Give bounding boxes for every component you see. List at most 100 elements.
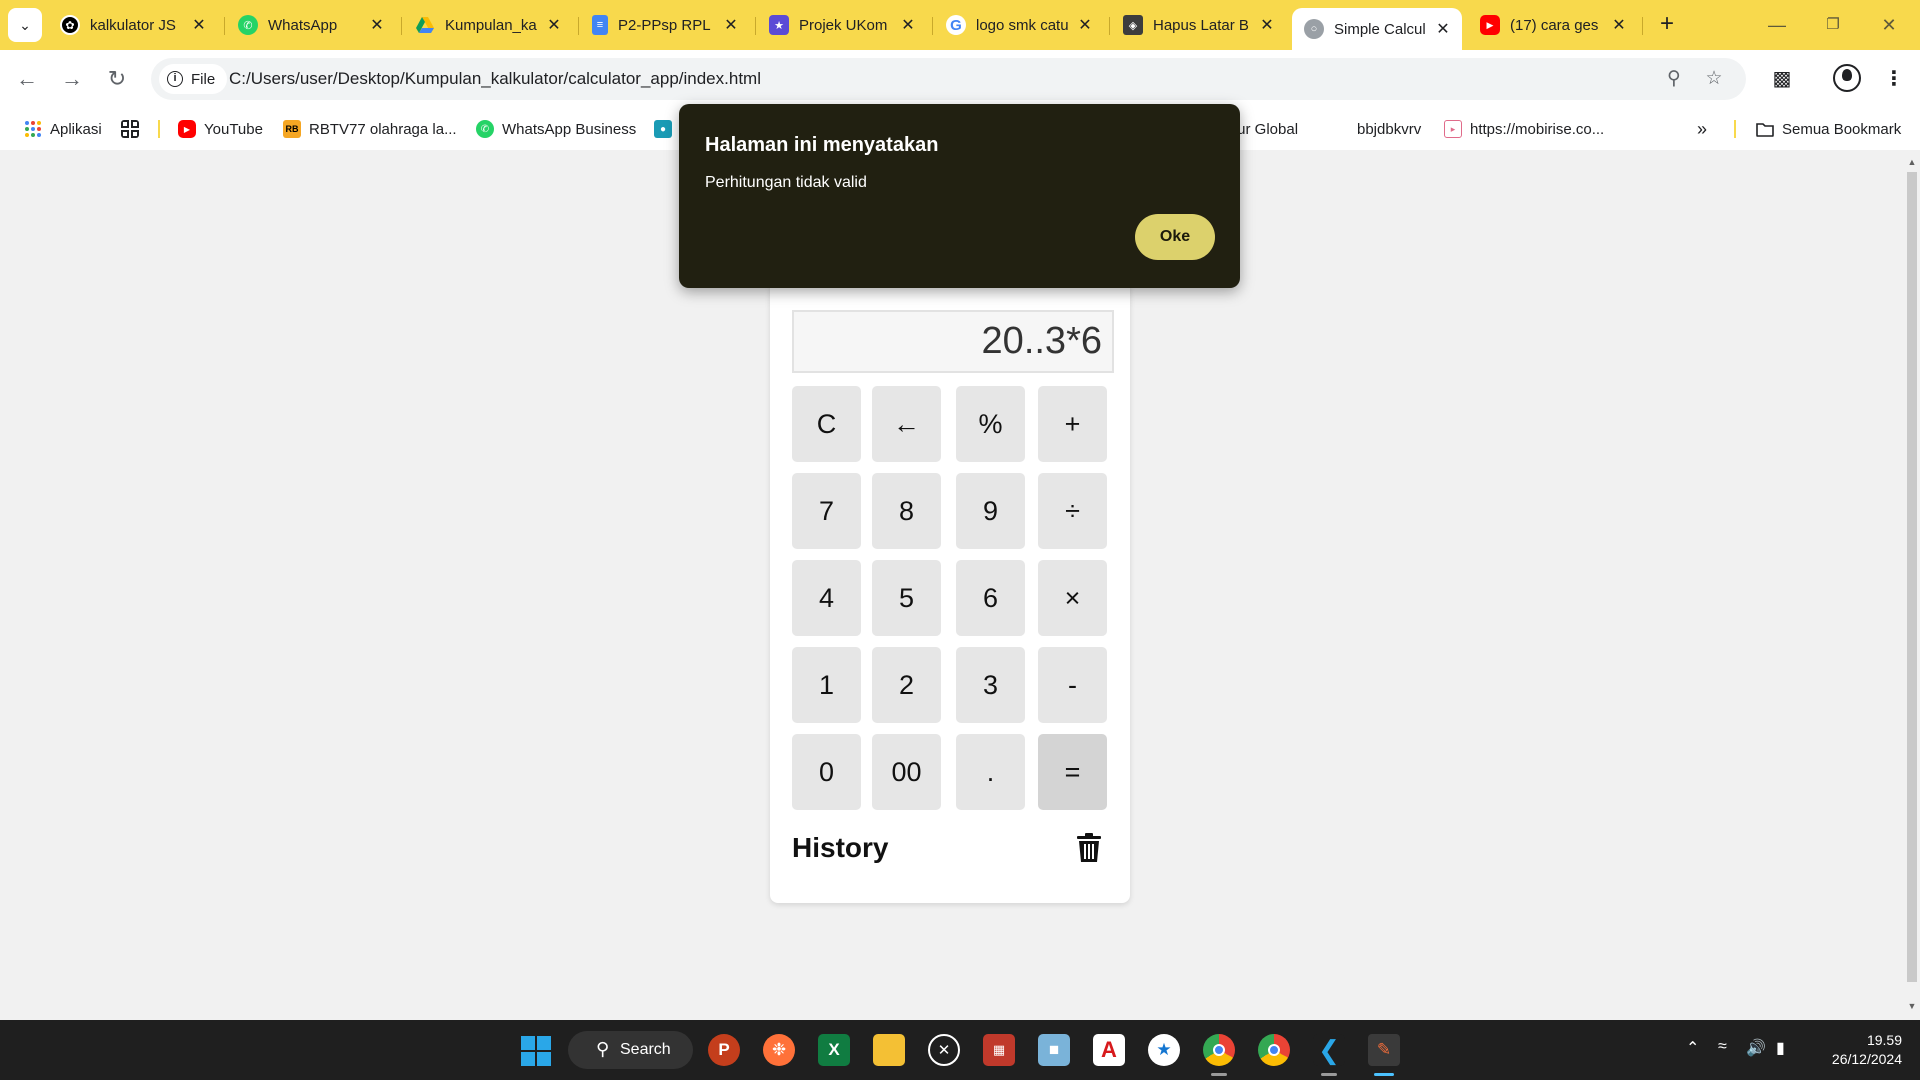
zoom-icon[interactable]: ⚲ [1661,66,1687,92]
key-divide[interactable]: ÷ [1038,473,1107,549]
bookmark-global[interactable]: tur Global [1233,117,1298,141]
close-window-button[interactable]: ✕ [1864,8,1914,42]
xbox-icon[interactable]: ✕ [928,1034,960,1066]
key-2[interactable]: 2 [872,647,941,723]
close-icon[interactable]: ✕ [1434,19,1452,39]
close-icon[interactable]: ✕ [368,15,386,35]
tab-kumpulan[interactable]: Kumpulan_ka ✕ [403,8,573,42]
extensions-icon[interactable]: ▩ [1765,62,1799,96]
scroll-thumb[interactable] [1907,172,1917,982]
vscode-icon[interactable]: ❮ [1313,1034,1345,1066]
key-decimal[interactable]: . [956,734,1025,810]
chevron-up-icon[interactable]: ⌃ [1686,1038,1699,1058]
close-icon[interactable]: ✕ [1076,15,1094,35]
key-backspace[interactable]: ← [872,386,941,462]
key-8[interactable]: 8 [872,473,941,549]
close-icon[interactable]: ✕ [1258,15,1276,35]
taskbar-search[interactable]: ⚲ Search [568,1031,693,1069]
powerpoint-icon[interactable]: P [708,1034,740,1066]
tab-kalkulator-js[interactable]: ✿ kalkulator JS ✕ [48,8,218,42]
more-bookmarks-chevron-icon[interactable]: » [1697,117,1707,141]
bookmark-aplikasi[interactable]: Aplikasi [24,117,102,141]
tab-youtube-cara[interactable]: ▶ (17) cara ges ✕ [1468,8,1638,42]
close-icon[interactable]: ✕ [722,15,740,35]
bookmark-rbtv77[interactable]: RB RBTV77 olahraga la... [283,117,457,141]
tab-simple-calculator[interactable]: ○ Simple Calcul ✕ [1292,8,1462,50]
tab-search-button[interactable]: ⌄ [8,8,42,42]
tab-projek-ukom[interactable]: ★ Projek UKom ✕ [757,8,927,42]
profile-avatar[interactable] [1833,64,1861,92]
key-plus[interactable]: + [1038,386,1107,462]
app-store-icon[interactable]: ★ [1148,1034,1180,1066]
bookmark-label: YouTube [204,120,263,138]
new-tab-button[interactable]: + [1652,10,1682,40]
bookmark-bbjdbkvrv[interactable]: bbjdbkvrv [1357,117,1421,141]
key-5[interactable]: 5 [872,560,941,636]
scroll-up-arrow-icon[interactable]: ▲ [1904,154,1920,170]
key-minus[interactable]: - [1038,647,1107,723]
key-0[interactable]: 0 [792,734,861,810]
paint-icon[interactable]: ✎ [1368,1034,1400,1066]
remove-bg-icon: ◈ [1123,15,1143,35]
tab-whatsapp[interactable]: ✆ WhatsApp ✕ [226,8,396,42]
key-percent[interactable]: % [956,386,1025,462]
close-icon[interactable]: ✕ [1610,15,1628,35]
key-multiply[interactable]: × [1038,560,1107,636]
winrar-icon[interactable]: ▦ [983,1034,1015,1066]
photos-icon[interactable]: ■ [1038,1034,1070,1066]
tab-logo-smk[interactable]: G logo smk catu ✕ [934,8,1104,42]
site-info-chip[interactable]: i File [159,64,228,94]
forward-button[interactable]: → [55,62,89,96]
url-text[interactable]: C:/Users/user/Desktop/Kumpulan_kalkulato… [229,69,761,89]
chrome-icon[interactable] [1203,1034,1235,1066]
bookmark-contact[interactable]: ● [654,117,680,141]
key-1[interactable]: 1 [792,647,861,723]
key-3[interactable]: 3 [956,647,1025,723]
clock-date: 26/12/2024 [1831,1051,1902,1067]
start-button[interactable] [521,1036,551,1066]
calculator-display[interactable]: 20..3*6 [792,310,1114,373]
bookmark-star-icon[interactable]: ☆ [1701,66,1727,92]
key-00[interactable]: 00 [872,734,941,810]
bookmark-all-bookmarks[interactable]: Semua Bookmark [1756,117,1901,141]
key-7[interactable]: 7 [792,473,861,549]
tab-p2-ppsp[interactable]: ≡ P2-PPsp RPL ✕ [580,8,750,42]
bookmark-mobirise[interactable]: ▸ https://mobirise.co... [1444,117,1604,141]
restore-button[interactable]: ❐ [1808,8,1858,42]
key-6[interactable]: 6 [956,560,1025,636]
trash-icon[interactable] [1076,832,1102,864]
excel-icon[interactable]: X [818,1034,850,1066]
key-equals[interactable]: = [1038,734,1107,810]
tab-separator [932,17,933,35]
key-4[interactable]: 4 [792,560,861,636]
dialog-ok-button[interactable]: Oke [1135,214,1215,260]
chrome-icon[interactable] [1258,1034,1290,1066]
close-icon[interactable]: ✕ [545,15,563,35]
scroll-down-arrow-icon[interactable]: ▼ [1904,998,1920,1014]
close-icon[interactable]: ✕ [190,15,208,35]
tab-groups-button[interactable] [121,117,147,141]
menu-kebab-icon[interactable]: ⋮ [1877,62,1911,96]
acrobat-icon[interactable]: A [1093,1034,1125,1066]
close-icon[interactable]: ✕ [899,15,917,35]
bookmark-whatsapp-business[interactable]: ✆ WhatsApp Business [476,117,636,141]
volume-icon[interactable]: 🔊 [1746,1038,1766,1058]
page-scrollbar[interactable]: ▲ ▼ [1904,150,1920,1020]
minimize-button[interactable]: — [1752,8,1802,42]
google-drive-icon [416,17,434,33]
battery-icon[interactable]: ▮ [1776,1038,1785,1058]
key-clear[interactable]: C [792,386,861,462]
scheme-label: File [191,70,216,88]
wifi-icon[interactable]: ≈ [1718,1038,1727,1056]
tab-label: kalkulator JS [90,16,176,34]
back-button[interactable]: ← [10,62,44,96]
key-9[interactable]: 9 [956,473,1025,549]
file-explorer-icon[interactable] [873,1034,905,1066]
firefox-icon[interactable]: ❉ [763,1034,795,1066]
tab-hapus-latar[interactable]: ◈ Hapus Latar B ✕ [1111,8,1286,42]
address-bar[interactable]: i File C:/Users/user/Desktop/Kumpulan_ka… [151,58,1746,100]
reload-button[interactable]: ↻ [100,62,134,96]
rb-icon: RB [283,120,301,138]
bookmark-youtube[interactable]: ▶ YouTube [178,117,263,141]
system-clock[interactable]: 19.59 26/12/2024 [1812,1031,1902,1069]
